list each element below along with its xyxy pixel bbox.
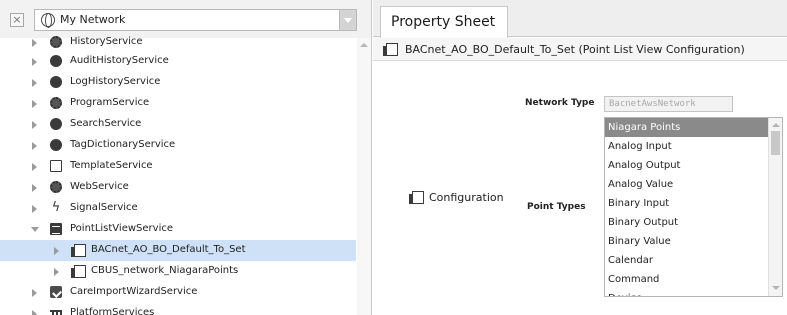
nav-tree: HistoryService AuditHistoryService LogHi… [0, 36, 356, 315]
globe-icon [41, 13, 55, 28]
expand-arrow-icon[interactable] [32, 121, 37, 129]
tree-item-label: SearchService [70, 118, 142, 129]
folder-icon [409, 191, 424, 204]
configuration-label: Configuration [429, 191, 504, 204]
tree-item-bacnet-ao-bo-default-to-set[interactable]: BACnet_AO_BO_Default_To_Set [0, 240, 356, 261]
tree-item-label: CBUS_network_NiagaraPoints [91, 265, 239, 276]
list-item-binary-value[interactable]: Binary Value [605, 232, 768, 251]
tree-item-program-service[interactable]: ProgramService [0, 93, 356, 114]
point-types-label: Point Types [527, 202, 586, 212]
expand-arrow-icon[interactable] [32, 163, 37, 171]
expand-arrow-icon[interactable] [32, 184, 37, 192]
list-item-analog-value[interactable]: Analog Value [605, 175, 768, 194]
scroll-up-icon[interactable] [772, 123, 780, 127]
folder-icon [71, 244, 86, 257]
tree-item-platform-services[interactable]: PlatformServices [0, 303, 356, 315]
scroll-down-icon[interactable] [772, 286, 780, 290]
expand-arrow-icon[interactable] [32, 310, 37, 315]
tree-item-label: LogHistoryService [70, 76, 161, 87]
network-selector[interactable]: My Network [34, 9, 357, 31]
network-type-field: BacnetAwsNetwork [604, 96, 733, 112]
template-service-icon [50, 160, 62, 172]
list-item-command[interactable]: Command [605, 270, 768, 289]
collapse-arrow-icon[interactable] [31, 227, 39, 232]
point-types-scrollbar[interactable] [768, 118, 782, 296]
sheet-header-title: BACnet_AO_BO_Default_To_Set (Point List … [405, 43, 745, 56]
network-selector-label: My Network [60, 13, 126, 26]
search-service-icon [50, 118, 62, 130]
sheet-header: BACnet_AO_BO_Default_To_Set (Point List … [373, 38, 787, 61]
dropdown-arrow-icon[interactable] [339, 10, 356, 30]
platform-services-icon [50, 310, 62, 315]
audit-history-icon [50, 55, 62, 67]
tree-item-web-service[interactable]: WebService [0, 177, 356, 198]
nav-pane: × My Network HistoryService AuditHistory… [0, 0, 372, 315]
list-item-device[interactable]: Device [605, 289, 768, 296]
tree-item-care-import-wizard-service[interactable]: CareImportWizardService [0, 282, 356, 303]
list-item-binary-output[interactable]: Binary Output [605, 213, 768, 232]
point-types-list[interactable]: Niagara Points Analog Input Analog Outpu… [604, 117, 783, 297]
tree-item-label: WebService [70, 181, 129, 192]
network-type-label: Network Type [525, 98, 595, 108]
nav-scrollbar[interactable] [357, 38, 371, 315]
expand-arrow-icon[interactable] [32, 289, 37, 297]
point-list-view-icon [50, 223, 62, 235]
tree-item-label: PlatformServices [70, 307, 155, 315]
signal-bolt-icon: ϟ [51, 200, 61, 215]
web-service-icon [50, 181, 62, 193]
expand-arrow-icon[interactable] [32, 205, 37, 213]
expand-arrow-icon[interactable] [32, 142, 37, 150]
folder-icon [71, 265, 86, 278]
tree-item-template-service[interactable]: TemplateService [0, 156, 356, 177]
tree-item-audit-history-service[interactable]: AuditHistoryService [0, 51, 356, 72]
list-item-calendar[interactable]: Calendar [605, 251, 768, 270]
tree-item-history-service[interactable]: HistoryService [0, 32, 356, 53]
tree-item-log-history-service[interactable]: LogHistoryService [0, 72, 356, 93]
tree-item-label: HistoryService [70, 36, 143, 47]
expand-arrow-icon[interactable] [32, 39, 37, 47]
configuration-node[interactable]: Configuration [409, 189, 519, 209]
tree-item-label: CareImportWizardService [70, 286, 198, 297]
point-types-items: Niagara Points Analog Input Analog Outpu… [605, 118, 768, 296]
tab-property-sheet[interactable]: Property Sheet [380, 6, 509, 38]
tree-item-signal-service[interactable]: ϟ SignalService [0, 198, 356, 219]
tree-item-label: ProgramService [70, 97, 150, 108]
tree-item-tag-dictionary-service[interactable]: TagDictionaryService [0, 135, 356, 156]
tree-item-label: TemplateService [70, 160, 153, 171]
tree-item-point-list-view-service[interactable]: PointListViewService [0, 219, 356, 240]
expand-arrow-icon[interactable] [32, 58, 37, 66]
tree-item-label: PointListViewService [70, 223, 173, 234]
history-service-icon [50, 36, 62, 48]
folder-icon [383, 43, 398, 56]
program-service-icon [50, 97, 62, 109]
expand-arrow-icon[interactable] [54, 268, 59, 276]
tree-item-label: BACnet_AO_BO_Default_To_Set [91, 244, 246, 255]
scroll-thumb[interactable] [771, 131, 780, 155]
tree-item-cbus-network-niagara-points[interactable]: CBUS_network_NiagaraPoints [0, 261, 356, 282]
expand-arrow-icon[interactable] [32, 100, 37, 108]
close-nav-button[interactable]: × [10, 13, 24, 27]
wizard-icon [50, 286, 62, 298]
expand-arrow-icon[interactable] [32, 79, 37, 87]
property-sheet-pane: Property Sheet BACnet_AO_BO_Default_To_S… [373, 0, 787, 315]
tag-dictionary-icon [50, 139, 62, 151]
log-history-icon [50, 76, 62, 88]
scroll-up-icon[interactable] [360, 43, 368, 47]
list-item-analog-output[interactable]: Analog Output [605, 156, 768, 175]
tree-item-label: TagDictionaryService [70, 139, 176, 150]
tree-item-search-service[interactable]: SearchService [0, 114, 356, 135]
tree-item-label: AuditHistoryService [70, 55, 169, 66]
tab-bar: Property Sheet [373, 0, 787, 38]
list-item-analog-input[interactable]: Analog Input [605, 137, 768, 156]
tree-item-label: SignalService [70, 202, 138, 213]
list-item-niagara-points[interactable]: Niagara Points [605, 118, 768, 137]
expand-arrow-icon[interactable] [54, 247, 59, 255]
list-item-binary-input[interactable]: Binary Input [605, 194, 768, 213]
